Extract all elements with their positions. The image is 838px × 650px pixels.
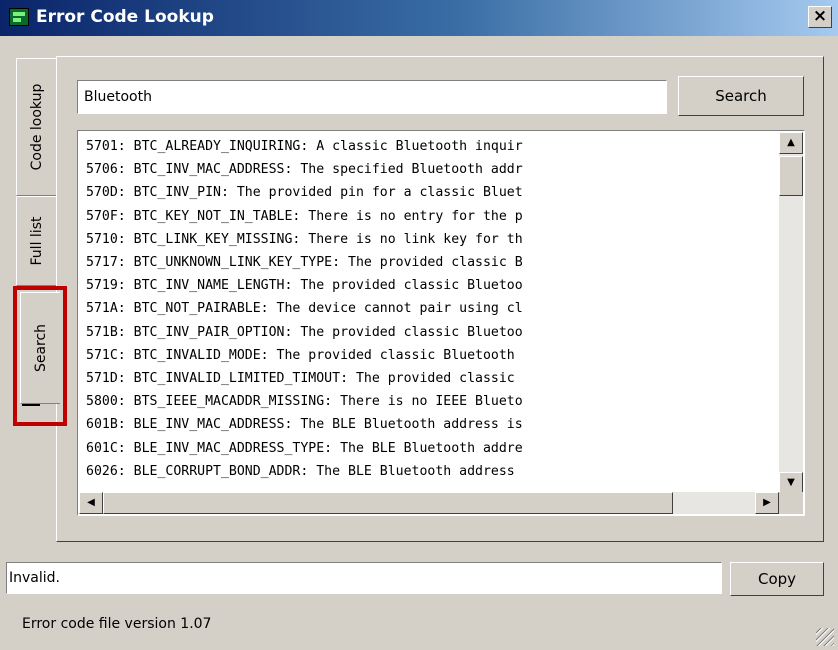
list-item[interactable]: 5710: BTC_LINK_KEY_MISSING: There is no … <box>86 228 776 251</box>
vertical-scroll-thumb[interactable] <box>779 156 803 196</box>
horizontal-scrollbar[interactable]: ◀ ▶ <box>79 492 779 514</box>
list-item[interactable]: 601C: BLE_INV_MAC_ADDRESS_TYPE: The BLE … <box>86 437 776 460</box>
resize-grip-icon[interactable] <box>816 628 834 646</box>
window-title: Error Code Lookup <box>36 7 214 27</box>
scroll-down-icon[interactable]: ▼ <box>779 472 803 494</box>
app-icon <box>9 8 29 26</box>
scroll-right-icon[interactable]: ▶ <box>755 492 779 514</box>
scrollbar-corner <box>779 492 803 514</box>
file-version-label: Error code file version 1.07 <box>22 616 212 632</box>
list-item[interactable]: 601B: BLE_INV_MAC_ADDRESS: The BLE Bluet… <box>86 413 776 436</box>
list-item[interactable]: 5706: BTC_INV_MAC_ADDRESS: The specified… <box>86 158 776 181</box>
list-item[interactable]: 5701: BTC_ALREADY_INQUIRING: A classic B… <box>86 135 776 158</box>
tab-label-full-list: Full list <box>28 216 45 266</box>
list-item[interactable]: 5800: BTS_IEEE_MACADDR_MISSING: There is… <box>86 390 776 413</box>
list-item[interactable]: 570F: BTC_KEY_NOT_IN_TABLE: There is no … <box>86 205 776 228</box>
results-listbox[interactable]: 5701: BTC_ALREADY_INQUIRING: A classic B… <box>77 130 805 516</box>
tab-full-list[interactable]: Full list <box>16 196 56 286</box>
search-input[interactable] <box>77 80 667 114</box>
scroll-up-icon[interactable]: ▲ <box>779 132 803 154</box>
list-item[interactable]: 6026: BLE_CORRUPT_BOND_ADDR: The BLE Blu… <box>86 460 776 483</box>
title-bar: Error Code Lookup × <box>0 0 838 36</box>
vertical-scrollbar[interactable]: ▲ ▼ <box>779 132 803 494</box>
tab-code-lookup[interactable]: Code lookup <box>16 58 56 196</box>
close-button[interactable]: × <box>808 6 832 28</box>
list-item[interactable]: 571C: BTC_INVALID_MODE: The provided cla… <box>86 344 776 367</box>
copy-button[interactable]: Copy <box>730 562 824 596</box>
scroll-left-icon[interactable]: ◀ <box>79 492 103 514</box>
status-field[interactable] <box>6 562 722 594</box>
list-item[interactable]: 5717: BTC_UNKNOWN_LINK_KEY_TYPE: The pro… <box>86 251 776 274</box>
horizontal-scroll-thumb[interactable] <box>103 492 673 514</box>
search-button[interactable]: Search <box>678 76 804 116</box>
highlight-box <box>13 286 67 426</box>
list-item[interactable]: 570D: BTC_INV_PIN: The provided pin for … <box>86 181 776 204</box>
results-list: 5701: BTC_ALREADY_INQUIRING: A classic B… <box>86 135 776 491</box>
tab-label-code-lookup: Code lookup <box>28 83 45 171</box>
list-item[interactable]: 571B: BTC_INV_PAIR_OPTION: The provided … <box>86 321 776 344</box>
list-item[interactable]: 5719: BTC_INV_NAME_LENGTH: The provided … <box>86 274 776 297</box>
list-item[interactable]: 571A: BTC_NOT_PAIRABLE: The device canno… <box>86 297 776 320</box>
list-item[interactable]: 571D: BTC_INVALID_LIMITED_TIMOUT: The pr… <box>86 367 776 390</box>
